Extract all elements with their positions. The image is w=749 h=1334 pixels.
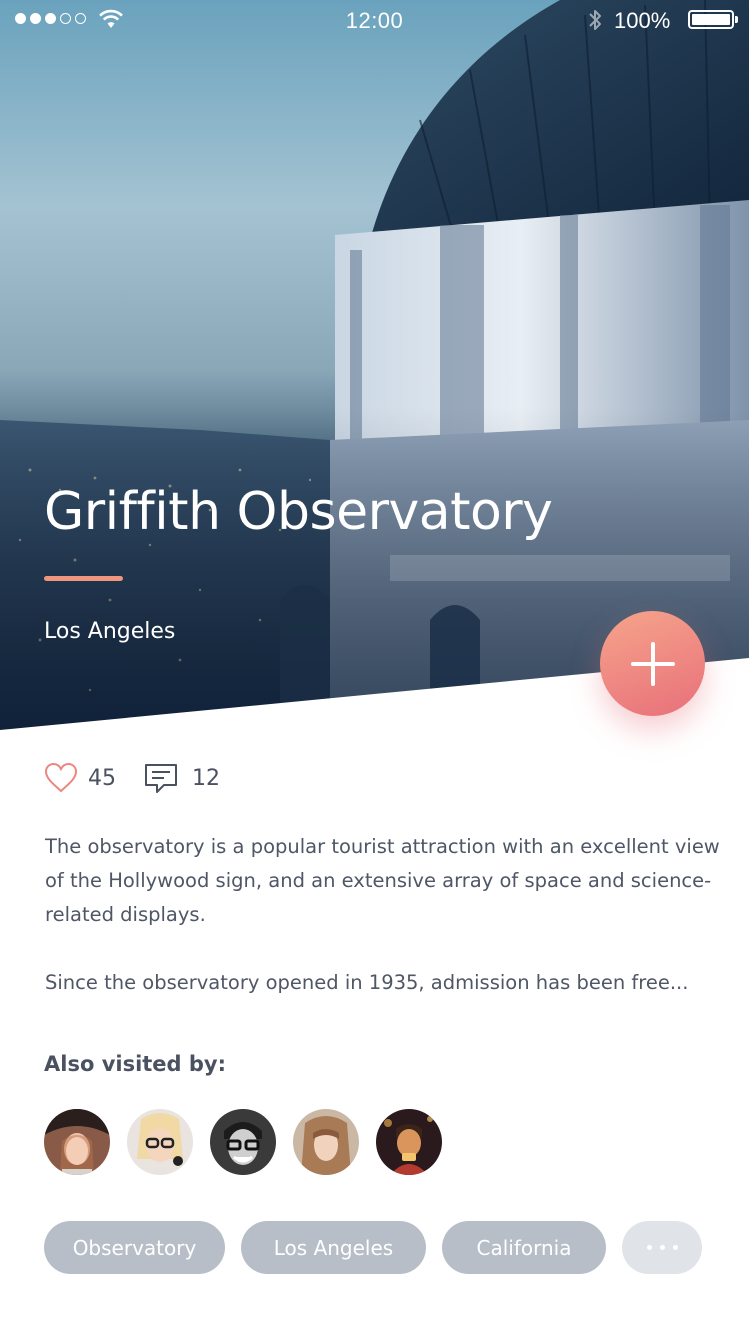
status-bar: 12:00 100% [0, 0, 749, 40]
place-detail-screen: 12:00 100% Griffith Observatory Los Ange… [0, 0, 749, 1334]
tag-chip[interactable]: California [442, 1221, 606, 1274]
plus-icon [630, 641, 675, 686]
more-tags-button[interactable] [622, 1221, 702, 1274]
visitors-heading: Also visited by: [44, 1052, 227, 1076]
tag-chip[interactable]: Los Angeles [241, 1221, 426, 1274]
stats-row: 45 12 [44, 760, 220, 796]
battery-icon [688, 10, 738, 29]
comment-button[interactable]: 12 [144, 761, 220, 795]
heart-icon [44, 762, 78, 793]
tag-list: Observatory Los Angeles California [44, 1221, 702, 1274]
bluetooth-icon [589, 10, 601, 30]
tag-chip[interactable]: Observatory [44, 1221, 225, 1274]
description-paragraph: The observatory is a popular tourist att… [45, 835, 720, 926]
description-paragraph-more[interactable]: Since the observatory opened in 1935, ad… [45, 966, 725, 1000]
avatar[interactable] [376, 1109, 442, 1175]
place-title: Griffith Observatory [44, 482, 553, 542]
avatar[interactable] [210, 1109, 276, 1175]
visitor-avatars [44, 1109, 442, 1175]
like-button[interactable]: 45 [44, 761, 116, 795]
title-accent-divider [44, 576, 123, 581]
avatar[interactable] [127, 1109, 193, 1175]
add-button[interactable] [600, 611, 705, 716]
like-count: 45 [88, 765, 116, 791]
more-dots-icon [646, 1245, 652, 1250]
avatar[interactable] [44, 1109, 110, 1175]
battery-percent: 100% [614, 8, 671, 33]
comment-icon [145, 764, 177, 793]
place-city: Los Angeles [44, 619, 176, 644]
avatar[interactable] [293, 1109, 359, 1175]
comment-count: 12 [192, 765, 220, 791]
